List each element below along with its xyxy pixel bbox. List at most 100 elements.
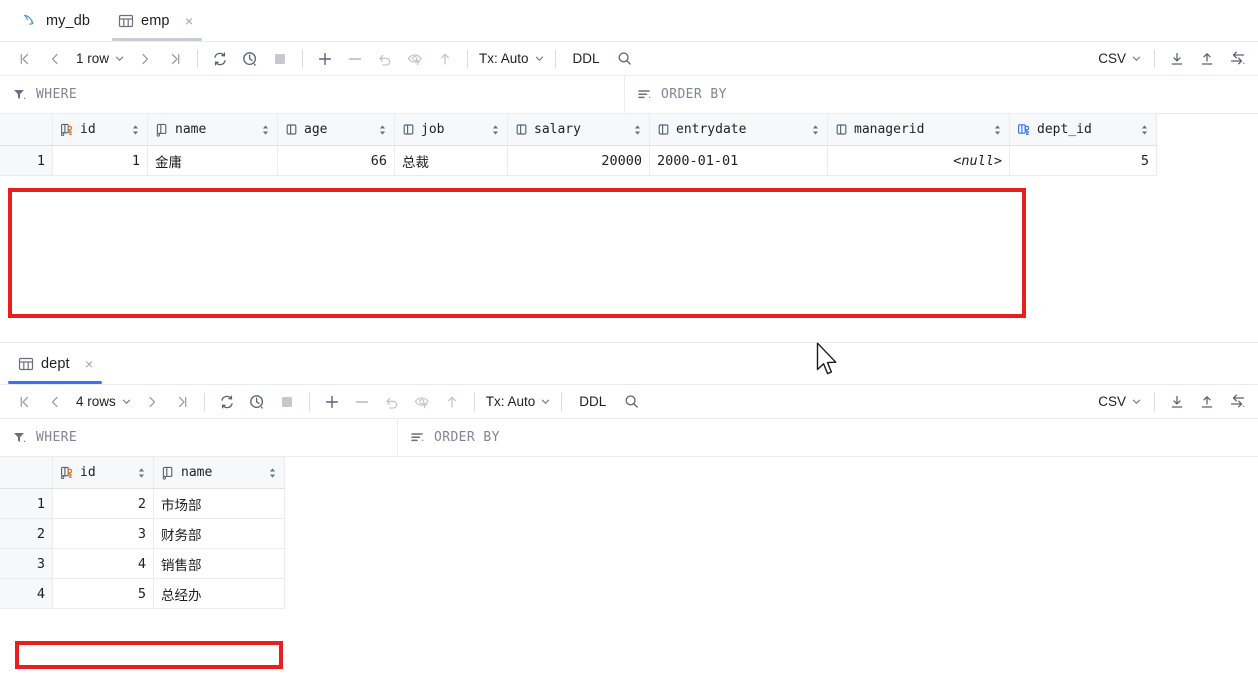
column-header-age[interactable]: age bbox=[277, 114, 395, 146]
first-page-button[interactable] bbox=[10, 45, 40, 73]
cell-id[interactable]: 5 bbox=[52, 578, 154, 609]
sort-indicator-icon[interactable] bbox=[268, 467, 277, 479]
ddl-button[interactable]: DDL bbox=[569, 394, 616, 409]
cell-name[interactable]: 销售部 bbox=[153, 548, 285, 579]
stop-icon[interactable] bbox=[265, 45, 295, 73]
submit-icon[interactable] bbox=[437, 388, 467, 416]
transaction-mode-selector[interactable]: Tx: Auto bbox=[475, 51, 548, 66]
preview-submit-icon[interactable] bbox=[407, 388, 437, 416]
sort-indicator-icon[interactable] bbox=[491, 124, 500, 136]
column-header-name[interactable]: name bbox=[147, 114, 278, 146]
download-icon[interactable] bbox=[1162, 45, 1192, 73]
upload-icon[interactable] bbox=[1192, 388, 1222, 416]
sort-indicator-icon[interactable] bbox=[378, 124, 387, 136]
order-by-label: ORDER BY bbox=[661, 87, 727, 102]
filter-icon[interactable] bbox=[12, 87, 27, 102]
column-name: job bbox=[421, 122, 445, 137]
column-header-id[interactable]: id bbox=[52, 457, 154, 489]
cell-name[interactable]: 市场部 bbox=[153, 488, 285, 519]
chevron-down-icon bbox=[122, 397, 131, 406]
add-row-button[interactable] bbox=[310, 45, 340, 73]
cell-name[interactable]: 总经办 bbox=[153, 578, 285, 609]
row-number: 1 bbox=[0, 488, 53, 519]
cell-id[interactable]: 3 bbox=[52, 518, 154, 549]
close-icon[interactable]: × bbox=[83, 357, 96, 371]
upload-icon[interactable] bbox=[1192, 45, 1222, 73]
search-icon[interactable] bbox=[610, 45, 640, 73]
where-filter-input[interactable]: WHERE bbox=[0, 419, 397, 456]
transpose-icon[interactable] bbox=[1222, 45, 1252, 73]
export-format-selector[interactable]: CSV bbox=[1092, 51, 1147, 66]
cell-salary[interactable]: 20000 bbox=[507, 145, 650, 176]
column-header-job[interactable]: job bbox=[394, 114, 508, 146]
reload-icon[interactable] bbox=[205, 45, 235, 73]
table-row[interactable]: 3 4 销售部 bbox=[0, 548, 285, 579]
prev-page-button[interactable] bbox=[40, 388, 70, 416]
last-page-button[interactable] bbox=[167, 388, 197, 416]
next-page-button[interactable] bbox=[137, 388, 167, 416]
history-icon[interactable] bbox=[235, 45, 265, 73]
table-row[interactable]: 1 1 金庸 66 总裁 20000 2000-01-01 <null> 5 bbox=[0, 145, 1157, 176]
tab-my-db[interactable]: my_db bbox=[0, 0, 104, 41]
cell-id[interactable]: 4 bbox=[52, 548, 154, 579]
sort-indicator-icon[interactable] bbox=[131, 124, 140, 136]
revert-icon[interactable] bbox=[377, 388, 407, 416]
first-page-button[interactable] bbox=[10, 388, 40, 416]
column-icon bbox=[155, 123, 170, 137]
last-page-button[interactable] bbox=[160, 45, 190, 73]
search-icon[interactable] bbox=[616, 388, 646, 416]
row-number: 3 bbox=[0, 548, 53, 579]
history-icon[interactable] bbox=[242, 388, 272, 416]
cell-name[interactable]: 财务部 bbox=[153, 518, 285, 549]
cell-managerid[interactable]: <null> bbox=[827, 145, 1010, 176]
column-header-entrydate[interactable]: entrydate bbox=[649, 114, 828, 146]
order-by-input[interactable]: ORDER BY bbox=[625, 76, 1258, 113]
next-page-button[interactable] bbox=[130, 45, 160, 73]
sort-icon[interactable] bbox=[410, 430, 425, 445]
stop-icon[interactable] bbox=[272, 388, 302, 416]
delete-row-button[interactable] bbox=[340, 45, 370, 73]
filter-icon[interactable] bbox=[12, 430, 27, 445]
sort-indicator-icon[interactable] bbox=[993, 124, 1002, 136]
revert-icon[interactable] bbox=[370, 45, 400, 73]
where-filter-input[interactable]: WHERE bbox=[0, 76, 624, 113]
row-count-selector[interactable]: 1 row bbox=[70, 51, 130, 66]
download-icon[interactable] bbox=[1162, 388, 1192, 416]
cell-job[interactable]: 总裁 bbox=[394, 145, 508, 176]
tab-emp[interactable]: emp × bbox=[104, 0, 210, 41]
transaction-mode-selector[interactable]: Tx: Auto bbox=[482, 394, 555, 409]
sort-indicator-icon[interactable] bbox=[811, 124, 820, 136]
column-header-id[interactable]: id bbox=[52, 114, 148, 146]
cell-name[interactable]: 金庸 bbox=[147, 145, 278, 176]
export-format-selector[interactable]: CSV bbox=[1092, 394, 1147, 409]
preview-submit-icon[interactable] bbox=[400, 45, 430, 73]
table-row[interactable]: 1 2 市场部 bbox=[0, 488, 285, 519]
ddl-button[interactable]: DDL bbox=[563, 51, 610, 66]
sort-indicator-icon[interactable] bbox=[1140, 124, 1149, 136]
column-header-salary[interactable]: salary bbox=[507, 114, 650, 146]
column-header-name[interactable]: name bbox=[153, 457, 285, 489]
transpose-icon[interactable] bbox=[1222, 388, 1252, 416]
sort-indicator-icon[interactable] bbox=[633, 124, 642, 136]
row-count-selector[interactable]: 4 rows bbox=[70, 394, 137, 409]
add-row-button[interactable] bbox=[317, 388, 347, 416]
table-row[interactable]: 4 5 总经办 bbox=[0, 578, 285, 609]
submit-icon[interactable] bbox=[430, 45, 460, 73]
cell-age[interactable]: 66 bbox=[277, 145, 395, 176]
table-row[interactable]: 2 3 财务部 bbox=[0, 518, 285, 549]
cell-entrydate[interactable]: 2000-01-01 bbox=[649, 145, 828, 176]
close-icon[interactable]: × bbox=[183, 14, 196, 28]
column-header-dept-id[interactable]: dept_id bbox=[1009, 114, 1157, 146]
sort-icon[interactable] bbox=[637, 87, 652, 102]
delete-row-button[interactable] bbox=[347, 388, 377, 416]
tab-dept[interactable]: dept × bbox=[0, 343, 110, 384]
cell-dept-id[interactable]: 5 bbox=[1009, 145, 1157, 176]
prev-page-button[interactable] bbox=[40, 45, 70, 73]
column-header-managerid[interactable]: managerid bbox=[827, 114, 1010, 146]
reload-icon[interactable] bbox=[212, 388, 242, 416]
cell-id[interactable]: 2 bbox=[52, 488, 154, 519]
sort-indicator-icon[interactable] bbox=[137, 467, 146, 479]
cell-id[interactable]: 1 bbox=[52, 145, 148, 176]
sort-indicator-icon[interactable] bbox=[261, 124, 270, 136]
order-by-input[interactable]: ORDER BY bbox=[398, 419, 1258, 456]
